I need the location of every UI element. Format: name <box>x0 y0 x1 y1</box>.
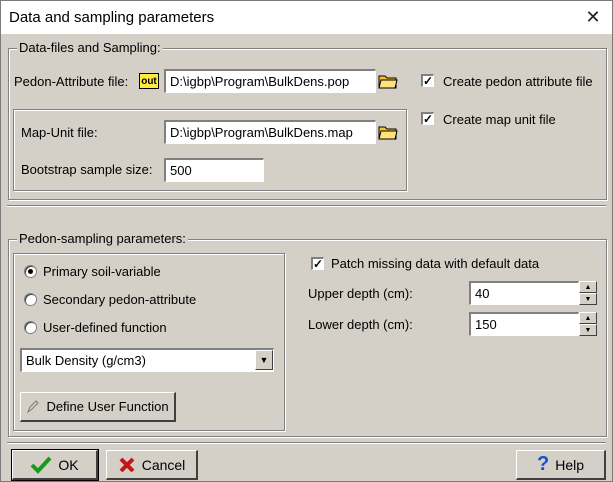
lower-depth-input[interactable]: 150 <box>469 312 579 336</box>
upper-depth-input[interactable]: 40 <box>469 281 579 305</box>
patch-missing-label[interactable]: Patch missing data with default data <box>331 256 539 271</box>
close-button[interactable]: ✕ <box>580 4 606 30</box>
create-map-label[interactable]: Create map unit file <box>443 112 556 127</box>
variable-select-value: Bulk Density (g/cm3) <box>26 353 146 368</box>
ok-button[interactable]: OK <box>11 449 99 481</box>
checkmark-icon <box>30 456 52 474</box>
cancel-label: Cancel <box>141 456 186 473</box>
check-icon: ✓ <box>423 112 434 126</box>
question-mark-icon: ? <box>536 453 550 475</box>
patch-missing-checkbox[interactable]: ✓ <box>311 257 324 270</box>
check-icon: ✓ <box>423 74 434 88</box>
window-title: Data and sampling parameters <box>9 9 215 26</box>
cancel-button[interactable]: Cancel <box>106 450 198 480</box>
bootstrap-input[interactable]: 500 <box>164 158 264 182</box>
chevron-down-icon[interactable]: ▼ <box>255 350 273 370</box>
map-file-label: Map-Unit file: <box>21 125 98 140</box>
spin-down-icon[interactable]: ▼ <box>579 324 597 336</box>
spin-down-icon[interactable]: ▼ <box>579 293 597 305</box>
radio-primary[interactable] <box>24 265 37 278</box>
pedon-file-label: Pedon-Attribute file: <box>14 74 129 89</box>
map-browse-folder-icon[interactable] <box>377 121 399 143</box>
radio-primary-label[interactable]: Primary soil-variable <box>43 264 161 279</box>
help-button[interactable]: ? Help <box>516 450 606 480</box>
out-badge-icon[interactable]: out <box>139 73 159 89</box>
section-divider <box>7 205 606 207</box>
pedon-browse-folder-icon[interactable] <box>377 70 399 92</box>
sampling-legend: Pedon-sampling parameters: <box>17 231 188 246</box>
lower-depth-label: Lower depth (cm): <box>308 317 413 332</box>
lower-depth-spinner[interactable]: ▲ ▼ <box>579 312 597 336</box>
upper-depth-label: Upper depth (cm): <box>308 286 413 301</box>
create-pedon-checkbox[interactable]: ✓ <box>421 74 434 87</box>
define-user-function-label: Define User Function <box>46 399 169 414</box>
radio-user-defined-label[interactable]: User-defined function <box>43 320 167 335</box>
pencil-icon <box>27 399 40 413</box>
spin-up-icon[interactable]: ▲ <box>579 312 597 324</box>
ok-label: OK <box>58 456 79 473</box>
map-file-input[interactable]: D:\igbp\Program\BulkDens.map <box>164 120 376 144</box>
bootstrap-label: Bootstrap sample size: <box>21 162 153 177</box>
radio-secondary-label[interactable]: Secondary pedon-attribute <box>43 292 196 307</box>
check-icon: ✓ <box>313 257 324 271</box>
create-map-checkbox[interactable]: ✓ <box>421 112 434 125</box>
upper-depth-spinner[interactable]: ▲ ▼ <box>579 281 597 305</box>
variable-select[interactable]: Bulk Density (g/cm3) ▼ <box>20 348 274 372</box>
x-cross-icon <box>119 457 135 472</box>
dialog-window: Data and sampling parameters ✕ Data-file… <box>0 0 613 482</box>
title-bar: Data and sampling parameters ✕ <box>1 1 612 34</box>
radio-secondary[interactable] <box>24 293 37 306</box>
pedon-file-input[interactable]: D:\igbp\Program\BulkDens.pop <box>164 69 376 93</box>
create-pedon-label[interactable]: Create pedon attribute file <box>443 74 593 89</box>
spin-up-icon[interactable]: ▲ <box>579 281 597 293</box>
radio-dot <box>28 269 33 274</box>
radio-user-defined[interactable] <box>24 321 37 334</box>
define-user-function-button[interactable]: Define User Function <box>20 392 176 422</box>
datafiles-legend: Data-files and Sampling: <box>17 40 163 55</box>
footer-divider <box>7 442 606 444</box>
help-label: Help <box>555 456 584 473</box>
